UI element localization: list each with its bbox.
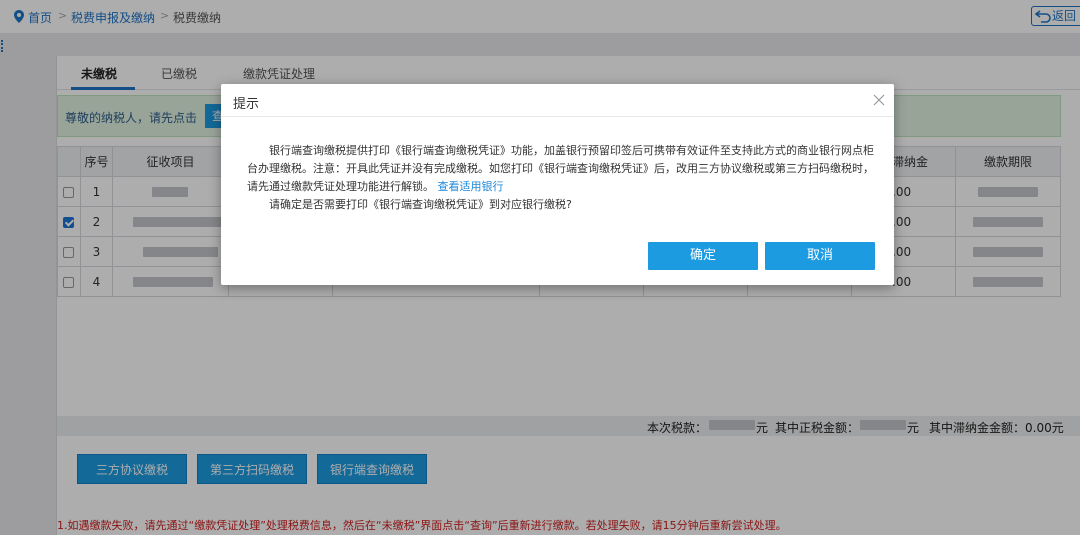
- dialog-body: 银行端查询缴税提供打印《银行端查询缴税凭证》功能，加盖银行预留印签后可携带有效证…: [247, 142, 877, 214]
- confirm-button[interactable]: 确定: [648, 242, 758, 270]
- dialog-header: 提示: [221, 84, 894, 117]
- dialog-message-text: 银行端查询缴税提供打印《银行端查询缴税凭证》功能，加盖银行预留印签后可携带有效证…: [247, 144, 874, 193]
- close-icon[interactable]: [873, 94, 885, 106]
- confirm-dialog: 提示 银行端查询缴税提供打印《银行端查询缴税凭证》功能，加盖银行预留印签后可携带…: [221, 84, 894, 285]
- dialog-question: 请确定是否需要打印《银行端查询缴税凭证》到对应银行缴税?: [269, 198, 572, 211]
- dialog-message: 银行端查询缴税提供打印《银行端查询缴税凭证》功能，加盖银行预留印签后可携带有效证…: [247, 142, 877, 196]
- cancel-button[interactable]: 取消: [765, 242, 875, 270]
- dialog-title: 提示: [233, 97, 260, 112]
- view-applicable-banks-link[interactable]: 查看适用银行: [438, 180, 504, 193]
